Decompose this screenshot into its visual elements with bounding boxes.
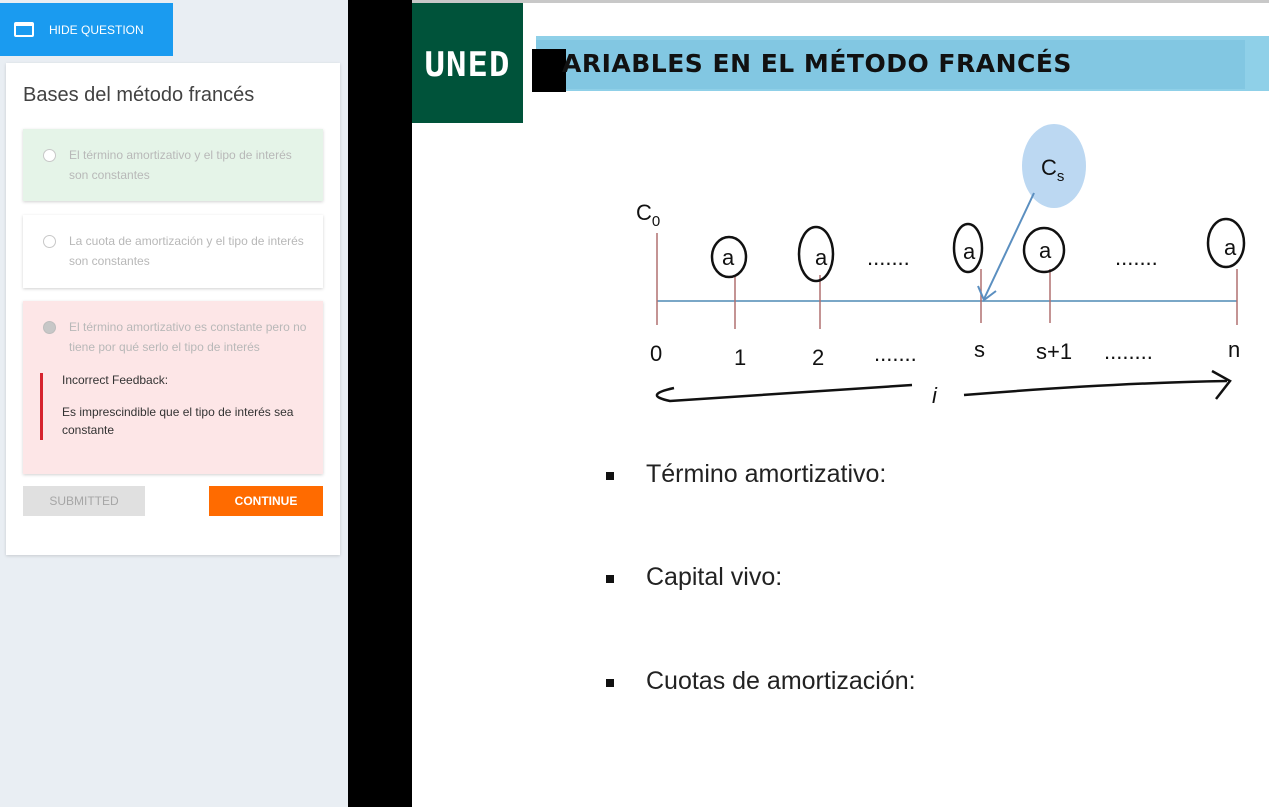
- bullet-text-3: Cuotas de amortización:: [646, 667, 916, 695]
- payment-n-label: a: [1224, 235, 1237, 260]
- bullet-marker: [606, 679, 614, 687]
- question-panel: HIDE QUESTION Bases del método francés E…: [0, 0, 348, 807]
- tick-label-n: n: [1228, 337, 1240, 362]
- answer-option-3[interactable]: El término amortizativo es constante per…: [23, 301, 323, 474]
- feedback-title: Incorrect Feedback:: [62, 373, 169, 387]
- tick-label-s1: s+1: [1036, 339, 1072, 364]
- feedback-text: Es imprescindible que el tipo de interés…: [62, 405, 294, 437]
- answer-option-text: El término amortizativo y el tipo de int…: [69, 148, 292, 182]
- tick-label-2: 2: [812, 345, 824, 370]
- dots-top-2: .......: [1115, 245, 1158, 270]
- video-slide[interactable]: UNED ARIABLES EN EL MÉTODO FRANCÉS C0 Cs…: [412, 3, 1269, 807]
- payment-s-label: a: [963, 239, 976, 264]
- tick-label-s: s: [974, 337, 985, 362]
- bullet-text-1: Término amortizativo:: [646, 460, 887, 488]
- answer-option-text: El término amortizativo es constante per…: [69, 320, 307, 354]
- hide-question-button[interactable]: HIDE QUESTION: [0, 3, 173, 56]
- radio-button[interactable]: [43, 149, 56, 162]
- tick-label-dots-2: ........: [1104, 339, 1153, 364]
- tick-label-0: 0: [650, 341, 662, 366]
- capital-s-arrow: [983, 192, 1035, 300]
- payment-1-label: a: [722, 245, 735, 270]
- tick-label-dots-1: .......: [874, 341, 917, 366]
- answer-option-text: La cuota de amortización y el tipo de in…: [69, 234, 304, 268]
- capital-initial-label: C0: [636, 200, 660, 230]
- payment-s1-label: a: [1039, 238, 1052, 263]
- bullet-marker: [606, 472, 614, 480]
- answer-option-2[interactable]: La cuota de amortización y el tipo de in…: [23, 215, 323, 288]
- bullet-text-2: Capital vivo:: [646, 563, 783, 591]
- question-card: Bases del método francés El término amor…: [6, 63, 340, 555]
- bullet-marker: [606, 575, 614, 583]
- rate-arrow: [655, 379, 1228, 403]
- window-icon: [14, 22, 34, 37]
- dots-top-1: .......: [867, 245, 910, 270]
- hide-question-label: HIDE QUESTION: [49, 22, 144, 37]
- rate-label: i: [932, 383, 938, 408]
- radio-button[interactable]: [43, 235, 56, 248]
- continue-button[interactable]: CONTINUE: [209, 486, 323, 516]
- question-title: Bases del método francés: [23, 84, 255, 106]
- answer-option-1[interactable]: El término amortizativo y el tipo de int…: [23, 129, 323, 201]
- radio-button-selected[interactable]: [43, 321, 56, 334]
- payment-2-label: a: [815, 245, 828, 270]
- cash-flow-diagram: C0 Cs a a ....... a a ....... a 0 1 2 ..…: [636, 124, 1246, 408]
- feedback-indicator-bar: [40, 373, 43, 440]
- video-letterbox: [348, 0, 412, 807]
- tick-label-1: 1: [734, 345, 746, 370]
- submitted-button: SUBMITTED: [23, 486, 145, 516]
